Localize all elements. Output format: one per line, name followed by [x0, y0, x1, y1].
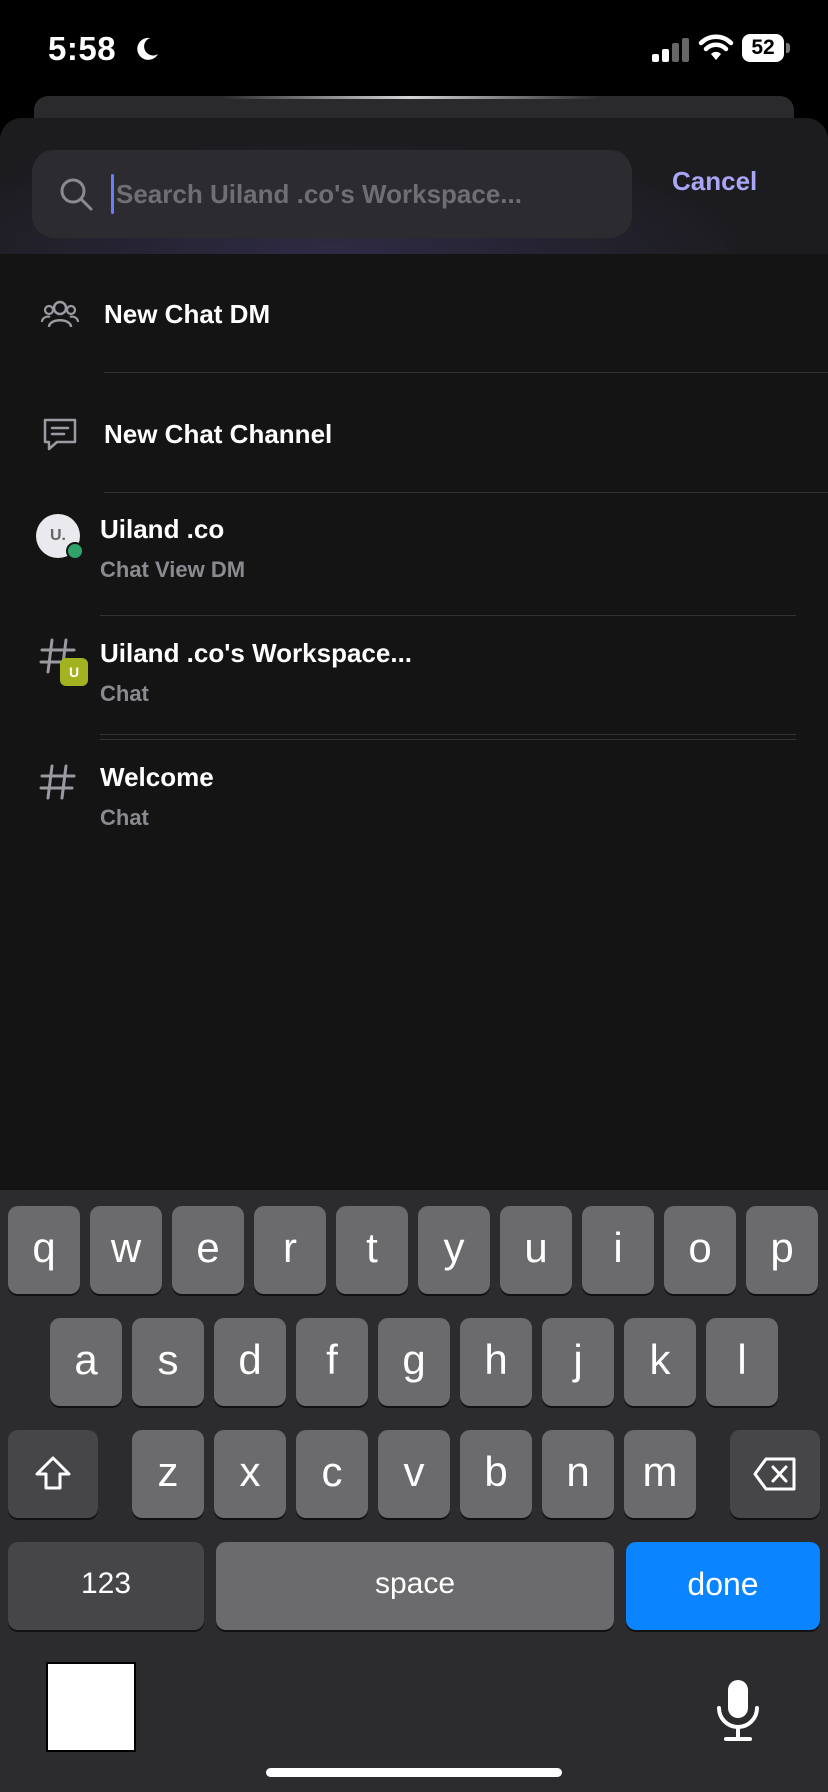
backspace-key[interactable] [730, 1430, 820, 1518]
online-status-dot [66, 542, 84, 560]
divider [104, 492, 828, 493]
keyboard: q w e r t y u i o p a s d f g h j k l z … [0, 1190, 828, 1792]
key-i[interactable]: i [582, 1206, 654, 1294]
new-chat-dm-label: New Chat DM [104, 299, 271, 329]
search-icon [60, 178, 93, 211]
result-title: Uiland .co [100, 514, 225, 544]
key-f[interactable]: f [296, 1318, 368, 1406]
key-z[interactable]: z [132, 1430, 204, 1518]
key-h[interactable]: h [460, 1318, 532, 1406]
shift-key[interactable] [8, 1430, 98, 1518]
key-m[interactable]: m [624, 1430, 696, 1518]
numbers-key[interactable]: 123 [8, 1542, 204, 1630]
shift-icon [35, 1456, 71, 1490]
key-u[interactable]: u [500, 1206, 572, 1294]
key-s[interactable]: s [132, 1318, 204, 1406]
moon-icon [137, 37, 158, 60]
key-d[interactable]: d [214, 1318, 286, 1406]
chat-bubble-icon [43, 418, 77, 451]
divider [100, 615, 796, 616]
divider [100, 739, 796, 740]
key-c[interactable]: c [296, 1430, 368, 1518]
status-time: 5:58 [48, 30, 117, 67]
cellular-signal-icon [652, 38, 689, 62]
key-r[interactable]: r [254, 1206, 326, 1294]
status-bar: 5:58 52 [0, 0, 828, 100]
wifi-icon [698, 34, 734, 60]
key-p[interactable]: p [746, 1206, 818, 1294]
result-item[interactable]: Welcome Chat [0, 742, 828, 866]
search-box[interactable] [32, 150, 632, 238]
result-subtitle: Chat [100, 805, 149, 830]
search-input[interactable] [112, 150, 616, 238]
key-l[interactable]: l [706, 1318, 778, 1406]
battery-level: 52 [742, 34, 784, 62]
result-title: Uiland .co's Workspace... [100, 638, 413, 668]
done-key[interactable]: done [626, 1542, 820, 1630]
result-item[interactable]: U Uiland .co's Workspace... Chat [0, 618, 828, 742]
result-subtitle: Chat View DM [100, 557, 246, 582]
key-j[interactable]: j [542, 1318, 614, 1406]
workspace-badge: U [60, 658, 88, 686]
key-v[interactable]: v [378, 1430, 450, 1518]
result-title: Welcome [100, 762, 214, 792]
divider [104, 372, 828, 373]
key-n[interactable]: n [542, 1430, 614, 1518]
key-x[interactable]: x [214, 1430, 286, 1518]
microphone-icon[interactable] [714, 1678, 762, 1742]
key-b[interactable]: b [460, 1430, 532, 1518]
result-subtitle: Chat [100, 681, 149, 706]
battery-icon: 52 [742, 34, 790, 62]
key-t[interactable]: t [336, 1206, 408, 1294]
key-e[interactable]: e [172, 1206, 244, 1294]
hashtag-icon [39, 764, 76, 800]
key-a[interactable]: a [50, 1318, 122, 1406]
people-icon [40, 300, 80, 328]
cancel-button[interactable]: Cancel [672, 166, 757, 197]
search-header: Cancel [0, 118, 828, 254]
new-chat-channel-item[interactable]: New Chat Channel [0, 374, 828, 494]
result-item[interactable]: U. Uiland .co Chat View DM [0, 494, 828, 735]
key-k[interactable]: k [624, 1318, 696, 1406]
key-q[interactable]: q [8, 1206, 80, 1294]
emoji-key-placeholder[interactable] [46, 1662, 136, 1752]
new-chat-dm-item[interactable]: New Chat DM [0, 254, 828, 374]
key-y[interactable]: y [418, 1206, 490, 1294]
key-g[interactable]: g [378, 1318, 450, 1406]
space-key[interactable]: space [216, 1542, 614, 1630]
search-sheet: Cancel New Chat DM New Chat Channel U. U… [0, 118, 828, 1190]
backspace-icon [753, 1457, 796, 1491]
home-indicator [266, 1768, 562, 1777]
key-w[interactable]: w [90, 1206, 162, 1294]
key-o[interactable]: o [664, 1206, 736, 1294]
new-chat-channel-label: New Chat Channel [104, 419, 333, 449]
